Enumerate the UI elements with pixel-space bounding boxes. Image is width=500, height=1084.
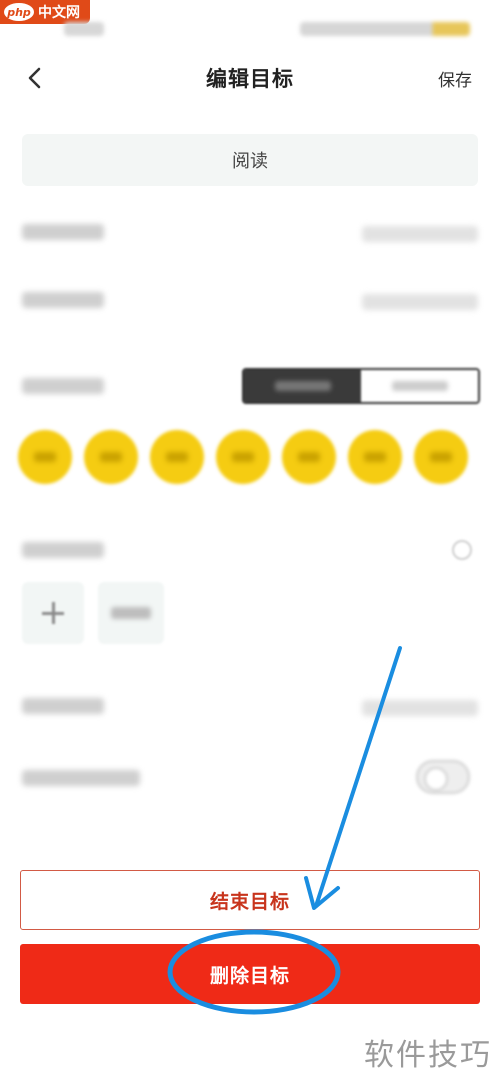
end-date-label [22,292,104,308]
start-date-label [22,224,104,240]
page-title: 编辑目标 [206,67,294,91]
frequency-option[interactable] [361,370,478,402]
reminder-time-label [22,542,104,558]
reminder-time-chip[interactable] [98,582,164,644]
chevron-left-icon[interactable] [22,64,50,92]
save-button[interactable]: 保存 [438,66,472,91]
end-date-value[interactable] [362,294,478,310]
delete-goal-button[interactable]: 删除目标 [20,944,480,1004]
checkin-date-value[interactable] [362,700,478,716]
weekday-button[interactable] [18,430,72,484]
checkin-frequency-label [22,378,104,394]
weekday-button[interactable] [414,430,468,484]
end-goal-button[interactable]: 结束目标 [20,870,480,930]
start-date-value[interactable] [362,226,478,242]
weekday-button[interactable] [84,430,138,484]
frequency-toggle[interactable] [242,368,480,404]
frequency-option-selected[interactable] [244,370,361,402]
checkin-date-label [22,698,104,714]
goal-name-input[interactable]: 阅读 [22,134,478,186]
nav-bar: 编辑目标 保存 [0,50,500,106]
weekday-button[interactable] [216,430,270,484]
weekday-selector [18,430,482,484]
checkin-popup-label [22,770,140,786]
checkin-popup-switch[interactable] [416,760,470,794]
status-time [64,22,104,36]
status-icons [300,22,470,36]
info-icon[interactable] [452,540,472,560]
annotation-arrow [314,646,402,908]
watermark-text-bottom: 软件技巧 [364,1038,492,1073]
weekday-button[interactable] [348,430,402,484]
weekday-button[interactable] [282,430,336,484]
weekday-button[interactable] [150,430,204,484]
add-reminder-button[interactable] [22,582,84,644]
